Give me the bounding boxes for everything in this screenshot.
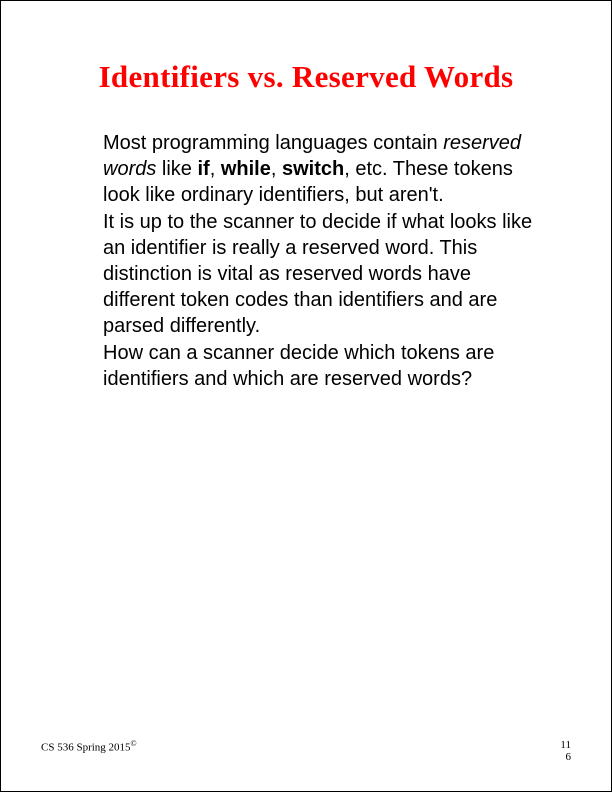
page-number-bottom: 6 <box>560 751 571 763</box>
p1-bold-while: while <box>221 158 271 180</box>
p1-text-mid1: like <box>156 158 197 180</box>
copyright-icon: © <box>131 739 137 748</box>
footer-page-number: 11 6 <box>560 739 571 763</box>
footer-course: CS 536 Spring 2015© <box>41 739 137 754</box>
p1-text-mid3: , <box>271 158 282 180</box>
slide-footer: CS 536 Spring 2015© 11 6 <box>41 739 571 763</box>
page-number-top: 11 <box>560 739 571 751</box>
paragraph-1: Most programming languages contain reser… <box>103 131 533 208</box>
footer-course-text: CS 536 Spring 2015 <box>41 741 131 753</box>
p1-bold-switch: switch <box>282 158 344 180</box>
p1-text-mid2: , <box>210 158 221 180</box>
slide-body: Most programming languages contain reser… <box>51 131 561 393</box>
p1-bold-if: if <box>197 158 209 180</box>
slide-container: Identifiers vs. Reserved Words Most prog… <box>0 0 612 792</box>
paragraph-3: How can a scanner decide which tokens ar… <box>103 341 533 393</box>
paragraph-2: It is up to the scanner to decide if wha… <box>103 210 533 339</box>
slide-title: Identifiers vs. Reserved Words <box>51 59 561 95</box>
p1-text-pre: Most programming languages contain <box>103 132 443 154</box>
